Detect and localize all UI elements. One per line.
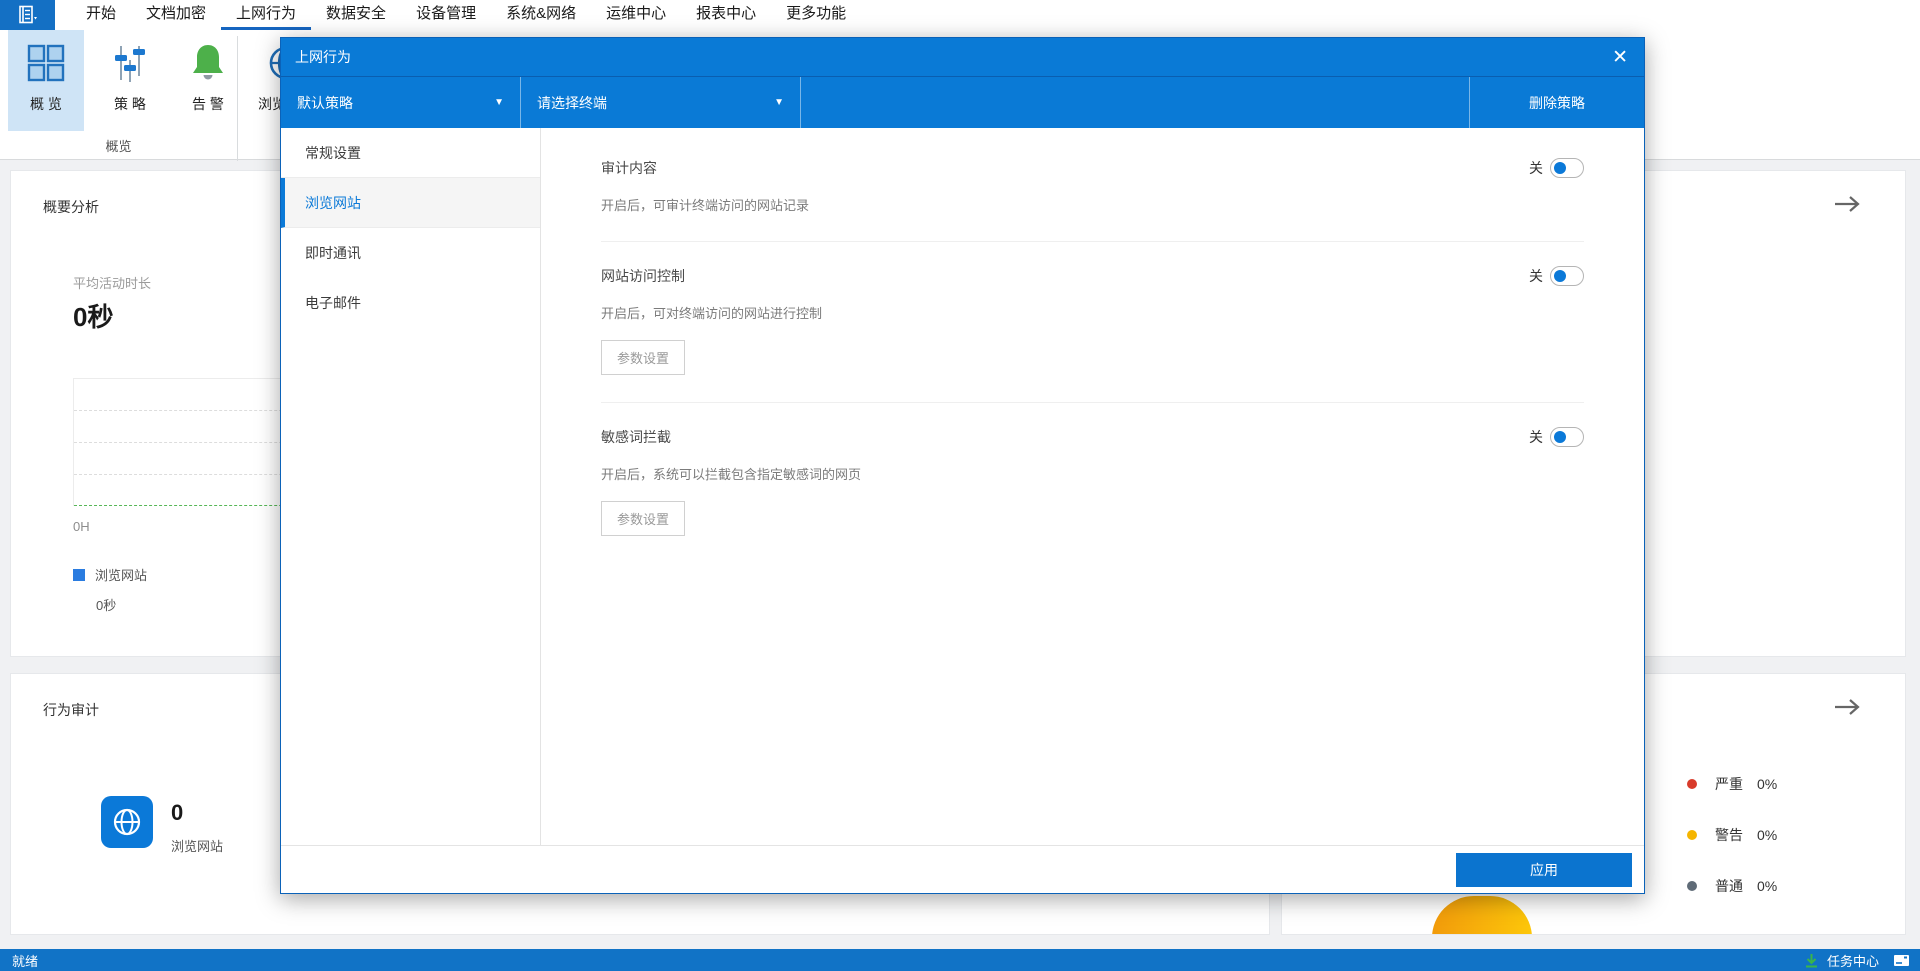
toggle-state-label: 关	[1529, 266, 1543, 286]
ribbon-group-label: 概览	[0, 136, 237, 155]
ribbon-button-alarm[interactable]: 告 警	[176, 30, 240, 131]
toggle-knob-icon	[1554, 431, 1566, 443]
chart-legend-value: 0秒	[96, 595, 116, 614]
alarm-legend: 严重0% 警告0% 普通0%	[1687, 770, 1777, 923]
severe-dot-icon	[1687, 779, 1697, 789]
dialog-content: 审计内容 关 开启后，可审计终端访问的网站记录 网站访问控制 关 开启后，可对	[541, 128, 1644, 845]
section-desc: 开启后，系统可以拦截包含指定敏感词的网页	[601, 464, 1584, 483]
nav-item-instant-messaging[interactable]: 即时通讯	[281, 228, 540, 278]
toggle-state-label: 关	[1529, 158, 1543, 178]
document-list-icon	[15, 5, 41, 25]
ribbon-button-overview[interactable]: 概 览	[8, 30, 84, 131]
grid-icon	[25, 42, 67, 84]
section-web-access-control: 网站访问控制 关 开启后，可对终端访问的网站进行控制 参数设置	[601, 242, 1584, 403]
alarm-item-normal: 普通0%	[1687, 872, 1777, 900]
browse-web-tile[interactable]	[101, 796, 153, 848]
ribbon-button-policy[interactable]: 策 略	[98, 30, 162, 131]
globe-icon	[110, 805, 144, 839]
web-access-toggle[interactable]	[1550, 266, 1584, 286]
avg-activity-label: 平均活动时长	[73, 273, 151, 292]
main-menu: 开始 文档加密 上网行为 数据安全 设备管理 系统&网络 运维中心 报表中心 更…	[71, 0, 861, 30]
menu-item-more[interactable]: 更多功能	[771, 0, 861, 30]
menu-item-doc-encrypt[interactable]: 文档加密	[131, 0, 221, 30]
alarm-item-severe: 严重0%	[1687, 770, 1777, 798]
browse-web-count: 0	[171, 800, 183, 826]
toggle-knob-icon	[1554, 162, 1566, 174]
dialog-nav: 常规设置 浏览网站 即时通讯 电子邮件	[281, 128, 541, 845]
section-title: 审计内容	[601, 158, 657, 178]
section-desc: 开启后，可审计终端访问的网站记录	[601, 195, 1584, 214]
dialog-toolbar: 默认策略 ▼ 请选择终端 ▼ 删除策略	[281, 76, 1644, 128]
menu-item-report-center[interactable]: 报表中心	[681, 0, 771, 30]
card-title: 行为审计	[43, 700, 99, 720]
toggle-state-label: 关	[1529, 427, 1543, 447]
browse-web-label: 浏览网站	[171, 836, 223, 855]
internet-behavior-dialog: 上网行为 ✕ 默认策略 ▼ 请选择终端 ▼ 删除策略 常规设置 浏览网站 即时通…	[280, 37, 1645, 894]
menu-item-internet-behavior[interactable]: 上网行为	[221, 0, 311, 30]
task-center-link[interactable]: 任务中心	[1827, 951, 1879, 970]
sliders-icon	[109, 42, 151, 84]
audit-content-toggle[interactable]	[1550, 158, 1584, 178]
chart-x-tick: 0H	[73, 519, 90, 534]
ribbon-button-label: 策 略	[114, 94, 146, 114]
policy-dropdown[interactable]: 默认策略 ▼	[281, 77, 521, 128]
menu-item-data-security[interactable]: 数据安全	[311, 0, 401, 30]
menu-item-ops-center[interactable]: 运维中心	[591, 0, 681, 30]
apply-button[interactable]: 应用	[1456, 853, 1632, 887]
dialog-titlebar: 上网行为 ✕	[281, 38, 1644, 76]
expand-arrow-icon[interactable]	[1833, 195, 1861, 218]
warning-dot-icon	[1687, 830, 1697, 840]
param-settings-button[interactable]: 参数设置	[601, 501, 685, 536]
section-desc: 开启后，可对终端访问的网站进行控制	[601, 303, 1584, 322]
message-panel-icon[interactable]	[1893, 954, 1910, 967]
download-arrow-icon[interactable]	[1804, 953, 1819, 968]
menu-item-device-manage[interactable]: 设备管理	[401, 0, 491, 30]
section-title: 敏感词拦截	[601, 427, 671, 447]
chart-legend: 浏览网站	[73, 565, 147, 584]
legend-swatch	[73, 569, 85, 581]
dialog-footer: 应用	[281, 845, 1644, 893]
menubar: 开始 文档加密 上网行为 数据安全 设备管理 系统&网络 运维中心 报表中心 更…	[0, 0, 1920, 30]
nav-item-email[interactable]: 电子邮件	[281, 278, 540, 328]
ribbon-button-label: 概 览	[30, 94, 62, 114]
toolbar-spacer	[801, 77, 1469, 128]
avg-activity-value: 0秒	[73, 297, 113, 334]
terminal-dropdown[interactable]: 请选择终端 ▼	[521, 77, 801, 128]
bell-icon	[187, 42, 229, 84]
toggle-knob-icon	[1554, 270, 1566, 282]
chevron-down-icon: ▼	[494, 97, 504, 108]
close-icon[interactable]: ✕	[1612, 48, 1628, 67]
alarm-gauge-arc	[1432, 896, 1532, 935]
statusbar: 就绪 任务中心	[0, 949, 1920, 971]
alarm-item-warning: 警告0%	[1687, 821, 1777, 849]
ribbon-group-divider	[237, 36, 238, 161]
chevron-down-icon	[34, 17, 37, 20]
menu-item-start[interactable]: 开始	[71, 0, 131, 30]
sensitive-words-toggle[interactable]	[1550, 427, 1584, 447]
menu-item-system-network[interactable]: 系统&网络	[491, 0, 591, 30]
nav-item-browse-web[interactable]: 浏览网站	[281, 178, 540, 228]
param-settings-button[interactable]: 参数设置	[601, 340, 685, 375]
card-title: 概要分析	[43, 197, 99, 217]
chevron-down-icon: ▼	[774, 97, 784, 108]
nav-item-general-settings[interactable]: 常规设置	[281, 128, 540, 178]
ribbon-button-label: 告 警	[192, 94, 224, 114]
status-ready-label: 就绪	[0, 951, 38, 970]
section-title: 网站访问控制	[601, 266, 685, 286]
section-sensitive-words: 敏感词拦截 关 开启后，系统可以拦截包含指定敏感词的网页 参数设置	[601, 403, 1584, 563]
normal-dot-icon	[1687, 881, 1697, 891]
section-audit-content: 审计内容 关 开启后，可审计终端访问的网站记录	[601, 134, 1584, 242]
app-menu-button[interactable]	[0, 0, 55, 30]
expand-arrow-icon[interactable]	[1833, 698, 1861, 721]
delete-policy-button[interactable]: 删除策略	[1469, 77, 1644, 128]
dialog-title: 上网行为	[295, 47, 351, 67]
